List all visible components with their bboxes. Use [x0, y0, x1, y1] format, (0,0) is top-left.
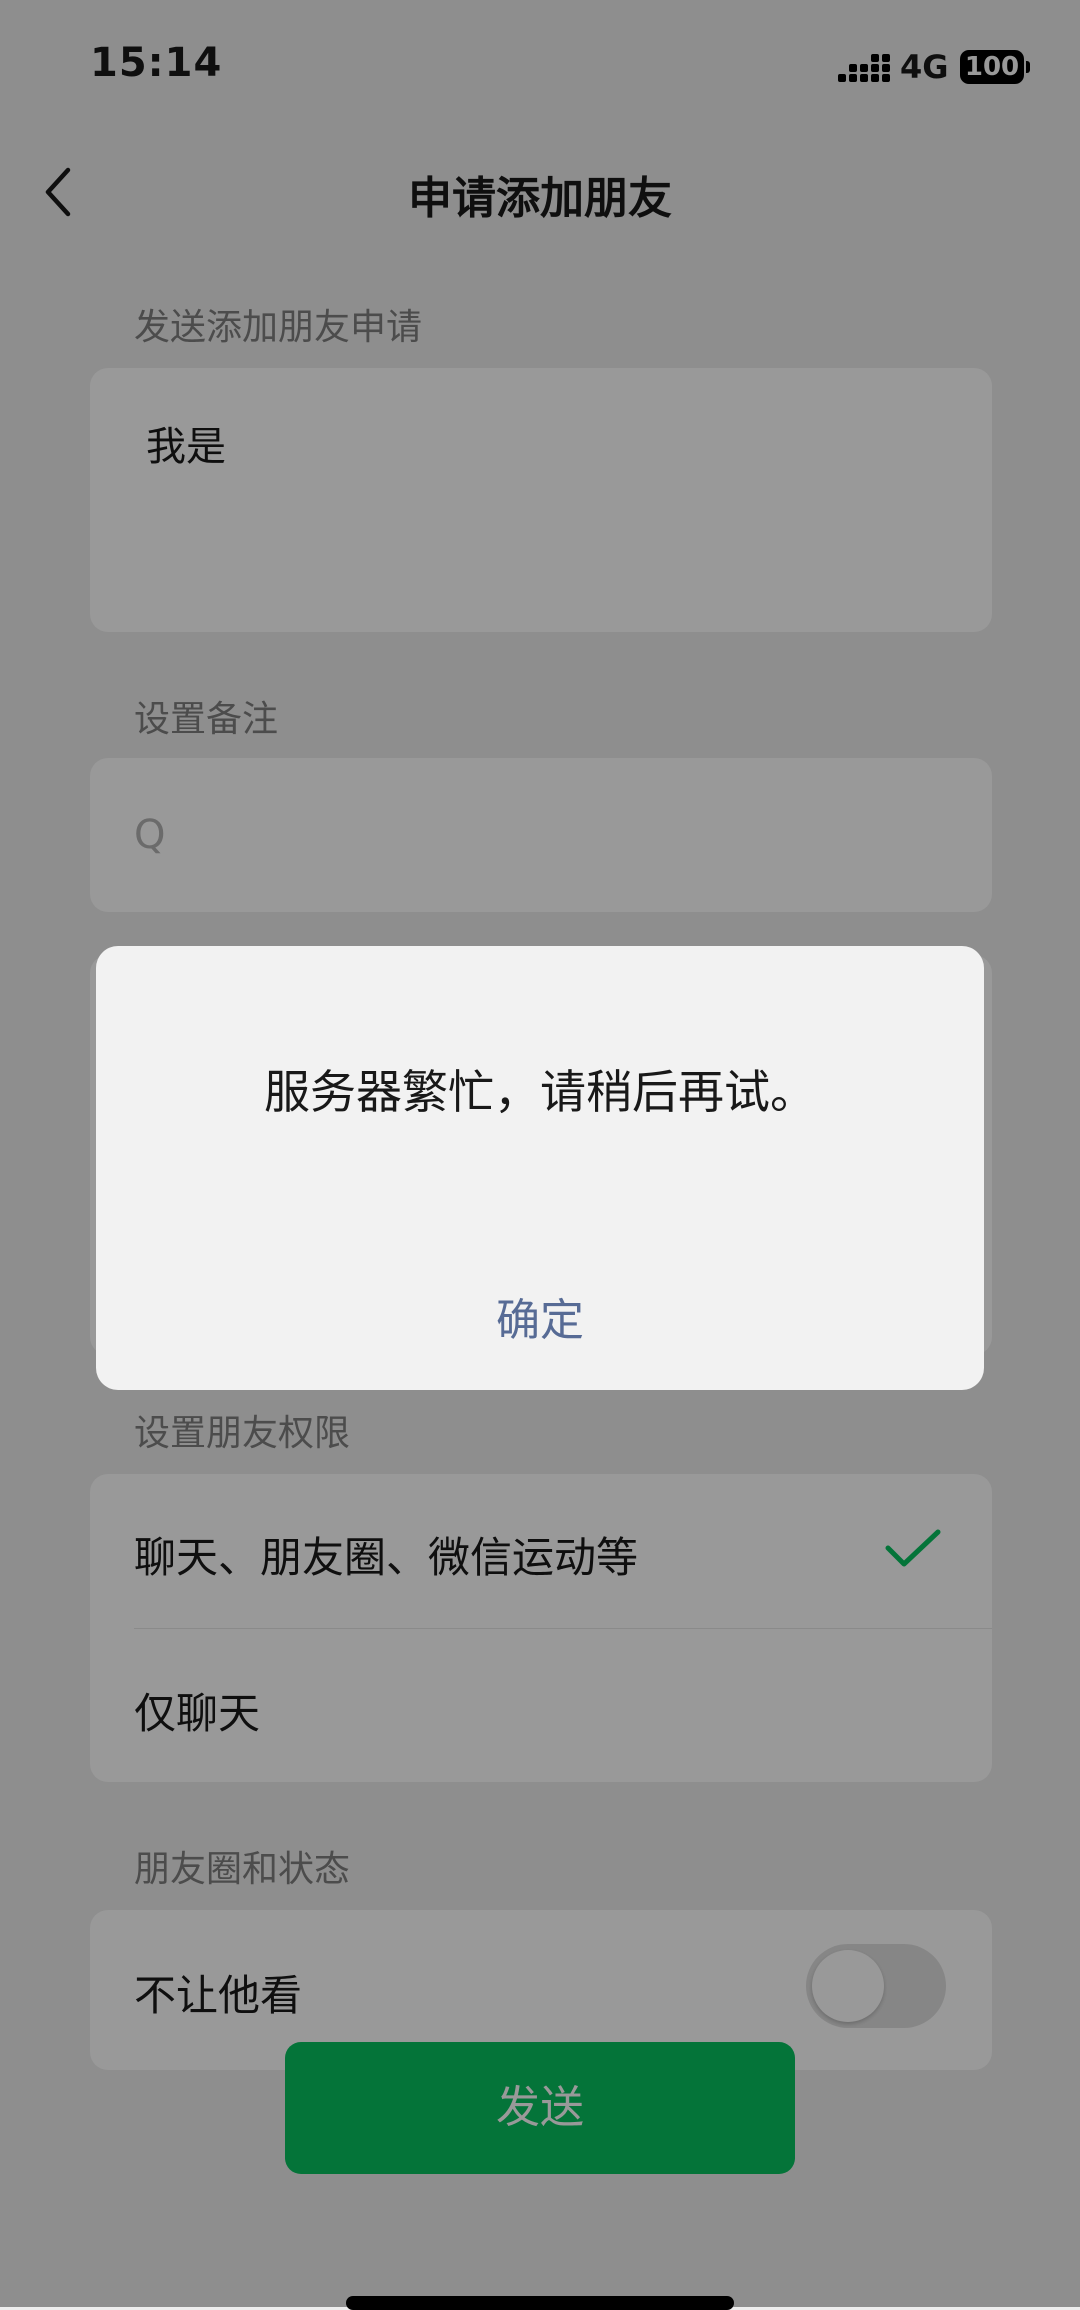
alert-dialog: 服务器繁忙，请稍后再试。 确定: [96, 946, 984, 1390]
confirm-button[interactable]: 确定: [96, 1276, 984, 1356]
dialog-message: 服务器繁忙，请稍后再试。: [264, 1065, 816, 1119]
